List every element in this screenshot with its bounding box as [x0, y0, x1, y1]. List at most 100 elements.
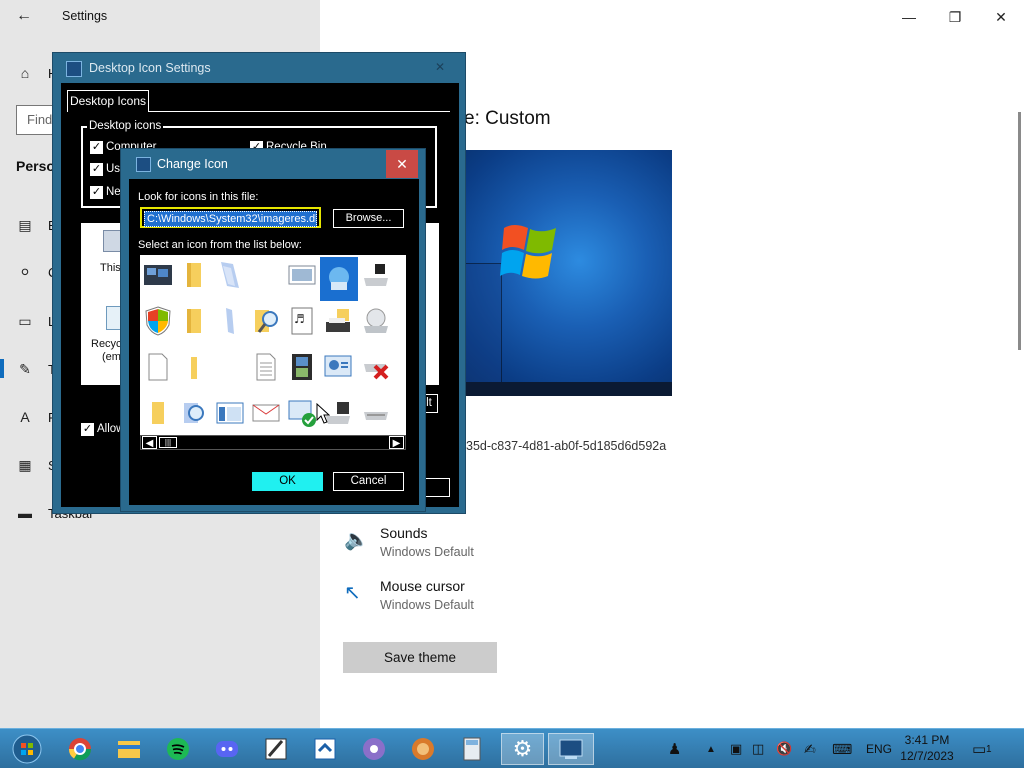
- sounds-title[interactable]: Sounds: [380, 525, 427, 541]
- scroll-thumb[interactable]: |||: [159, 437, 177, 448]
- icon-option-search-folder[interactable]: [248, 303, 284, 339]
- blank-document-icon: [148, 353, 168, 381]
- chevron-up-icon[interactable]: ▲: [706, 729, 716, 768]
- icon-option-network-selected[interactable]: [320, 257, 358, 301]
- icon-option-drive-error[interactable]: [358, 349, 394, 385]
- remote-app-icon[interactable]: [307, 733, 343, 765]
- network-checkbox[interactable]: ✓: [90, 186, 103, 199]
- minimize-button[interactable]: —: [886, 4, 932, 30]
- change-icon-app-icon: [136, 157, 151, 172]
- look-for-icons-label: Look for icons in this file:: [138, 191, 259, 203]
- home-icon[interactable]: ⌂: [16, 64, 34, 82]
- icon-option-partial-3[interactable]: [394, 349, 406, 385]
- disc-drive-icon: [364, 308, 388, 333]
- svg-text:♬: ♬: [294, 312, 305, 326]
- icon-option-search-doc[interactable]: [176, 395, 212, 431]
- network-globe-icon: [329, 267, 349, 290]
- paint-icon[interactable]: [258, 733, 294, 765]
- icon-option-partial-2[interactable]: [394, 303, 406, 339]
- icon-list-horizontal-scrollbar[interactable]: ◀ ||| ▶: [140, 435, 406, 450]
- icon-option-shield[interactable]: [140, 303, 176, 339]
- people-icon[interactable]: ♟: [668, 729, 681, 768]
- themes-icon: ✎: [19, 361, 31, 377]
- icon-option-envelope[interactable]: [248, 395, 284, 431]
- chrome-icon[interactable]: [62, 733, 98, 765]
- allow-themes-checkbox[interactable]: ✓: [81, 423, 94, 436]
- icon-option-text-doc[interactable]: [248, 349, 284, 385]
- icon-option-folder-4[interactable]: [140, 395, 176, 431]
- clock-date: 12/7/2023: [900, 749, 954, 763]
- change-icon-close-button[interactable]: ✕: [386, 150, 418, 178]
- discord-icon[interactable]: [209, 733, 245, 765]
- theme-guid-text: 35d-c837-4d81-ab0f-5d185d6d592a: [466, 439, 667, 453]
- browser-globe-icon[interactable]: [405, 733, 441, 765]
- notification-icon[interactable]: ▭: [972, 729, 986, 768]
- close-icon[interactable]: ✕: [435, 60, 449, 74]
- icon-option-window-blue[interactable]: [212, 395, 248, 431]
- file-explorer-icon[interactable]: [111, 733, 147, 765]
- cancel-button[interactable]: Cancel: [333, 472, 404, 491]
- search-folder-icon: [255, 310, 278, 333]
- spotify-icon[interactable]: [160, 733, 196, 765]
- selected-nav-indicator: [0, 359, 4, 378]
- scroll-left-icon[interactable]: ◀: [142, 436, 157, 449]
- clock-time: 3:41 PM: [904, 733, 950, 747]
- ok-button[interactable]: OK: [252, 472, 323, 491]
- icon-option-folder-3[interactable]: [176, 349, 212, 385]
- icon-option-doc-blue[interactable]: [212, 257, 248, 293]
- keyboard-icon[interactable]: ⌨: [832, 729, 852, 768]
- browse-button[interactable]: Browse...: [333, 209, 404, 228]
- icon-file-path-value: C:\Windows\System32\imageres.dll: [144, 211, 317, 227]
- icon-option-picture[interactable]: [284, 257, 320, 293]
- tab-desktop-icons[interactable]: Desktop Icons: [67, 90, 149, 112]
- icon-option-partial-1[interactable]: [394, 257, 406, 293]
- camera-icon[interactable]: ▣: [730, 729, 742, 768]
- personalization-heading: Perso: [16, 158, 55, 174]
- presentation-icon: [324, 355, 352, 377]
- network-icon[interactable]: ◫: [752, 729, 764, 768]
- scroll-right-icon[interactable]: ▶: [389, 436, 404, 449]
- icon-option-hard-drive[interactable]: [358, 395, 394, 431]
- close-button[interactable]: ✕: [978, 4, 1024, 30]
- icon-option-drive-lock[interactable]: [358, 257, 394, 293]
- theme-preview-image[interactable]: [440, 150, 672, 396]
- icon-option-monitors[interactable]: [140, 257, 176, 293]
- taskbar-clock[interactable]: 3:41 PM 12/7/2023: [890, 732, 964, 764]
- settings-gear-icon[interactable]: ⚙: [501, 733, 544, 765]
- icon-option-blank-doc[interactable]: [140, 349, 176, 385]
- mouse-cursor-subtitle: Windows Default: [380, 598, 474, 612]
- palette-icon: ⚪: [19, 264, 31, 280]
- computer-checkbox[interactable]: ✓: [90, 141, 103, 154]
- taskbar: ⚙ ♟ ▲ ▣ ◫ 🔇 ✍ ⌨ ENG 3:41 PM 12/7/2023 ▭ …: [0, 728, 1024, 768]
- icon-list[interactable]: ♬: [140, 255, 406, 435]
- save-theme-button[interactable]: Save theme: [343, 642, 497, 673]
- icon-option-partial-4[interactable]: [394, 395, 406, 431]
- icon-file-path-input[interactable]: C:\Windows\System32\imageres.dll: [140, 207, 321, 228]
- icon-option-printer-folder[interactable]: [320, 303, 356, 339]
- monitors-icon: [144, 265, 172, 285]
- user-files-checkbox[interactable]: ✓: [90, 163, 103, 176]
- current-theme-heading: e: Custom: [464, 108, 551, 129]
- icon-option-film[interactable]: [284, 349, 320, 385]
- icon-option-doc-blue-2[interactable]: [212, 303, 248, 339]
- language-indicator[interactable]: ENG: [866, 729, 892, 768]
- back-arrow-icon[interactable]: ←: [13, 5, 35, 27]
- icon-option-folder-2[interactable]: [176, 303, 212, 339]
- wallpaper-taskbar-strip: [440, 382, 672, 396]
- pen-icon[interactable]: ✍: [804, 729, 816, 768]
- start-orb-icon[interactable]: [8, 733, 46, 765]
- maximize-button[interactable]: ❐: [932, 4, 978, 30]
- icon-option-presentation[interactable]: [320, 349, 356, 385]
- icon-option-folder[interactable]: [176, 257, 212, 293]
- folder-icon: [152, 402, 164, 424]
- lock-screen-icon: ▭: [18, 313, 32, 329]
- mouse-cursor-title[interactable]: Mouse cursor: [380, 578, 465, 594]
- content-scrollbar[interactable]: [1018, 112, 1021, 350]
- icon-option-music[interactable]: ♬: [284, 303, 320, 339]
- icon-option-disc-drive[interactable]: [358, 303, 394, 339]
- media-icon[interactable]: [356, 733, 392, 765]
- volume-muted-icon[interactable]: 🔇: [776, 729, 792, 768]
- calculator-icon[interactable]: [454, 733, 490, 765]
- desktop-icon-settings-icon[interactable]: [548, 733, 594, 765]
- icon-option-checked-window[interactable]: [284, 395, 320, 431]
